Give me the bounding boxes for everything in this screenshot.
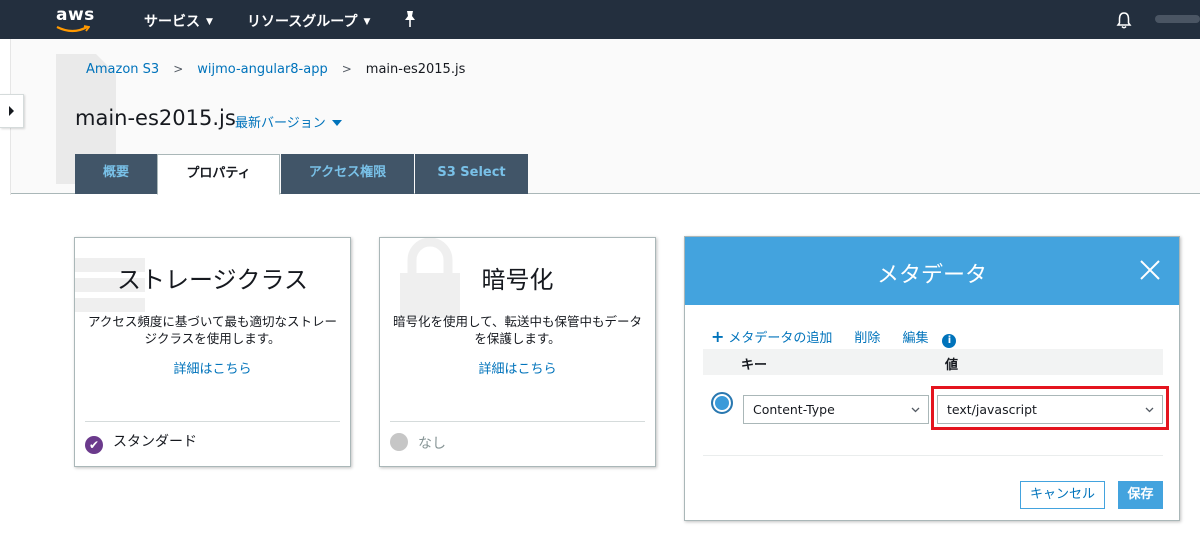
pin-icon[interactable] <box>403 10 417 28</box>
bell-icon[interactable] <box>1116 11 1132 29</box>
encryption-status: なし <box>390 433 446 453</box>
column-header-value: 値 <box>945 358 959 373</box>
tab-properties[interactable]: プロパティ <box>157 154 280 195</box>
storage-class-description: アクセス頻度に基づいて最も適切なストレージクラスを使用します。 <box>87 314 337 346</box>
page-title: main-es2015.js <box>75 106 236 130</box>
version-dropdown[interactable]: 最新バージョン <box>235 112 342 131</box>
check-icon: ✔ <box>85 436 103 454</box>
add-metadata-button[interactable]: + メタデータの追加 <box>711 327 833 346</box>
breadcrumb-separator-icon: > <box>341 62 352 76</box>
row-select-radio[interactable] <box>711 392 733 414</box>
caret-down-icon <box>331 120 342 126</box>
key-select[interactable]: Content-Type <box>743 395 929 424</box>
services-label: サービス <box>144 14 200 30</box>
encryption-card[interactable]: 暗号化 暗号化を使用して、転送中も保管中もデータを保護します。 詳細はこちら な… <box>379 237 656 467</box>
aws-smile-icon <box>56 25 90 33</box>
metadata-actions: + メタデータの追加 削除 編集 i <box>711 327 957 348</box>
cancel-button[interactable]: キャンセル <box>1020 481 1105 509</box>
storage-class-card[interactable]: ストレージクラス アクセス頻度に基づいて最も適切なストレージクラスを使用します。… <box>74 237 351 467</box>
encryption-learn-more-link[interactable]: 詳細はこちら <box>380 358 655 377</box>
breadcrumb-link-s3[interactable]: Amazon S3 <box>86 62 159 77</box>
tab-overview[interactable]: 概要 <box>75 154 157 194</box>
storage-class-status: ✔ スタンダード <box>85 431 197 454</box>
chevron-down-icon <box>911 407 920 413</box>
sidebar-toggle[interactable] <box>0 94 24 128</box>
aws-logo[interactable]: aws <box>56 5 96 33</box>
save-button[interactable]: 保存 <box>1118 481 1163 509</box>
storage-class-title: ストレージクラス <box>116 266 309 294</box>
breadcrumb-separator-icon: > <box>173 62 184 76</box>
storage-class-value: スタンダード <box>113 434 197 450</box>
metadata-table-header: キー 値 <box>703 349 1163 375</box>
chevron-right-icon <box>9 106 14 116</box>
edit-button[interactable]: 編集 <box>902 331 928 346</box>
add-metadata-label: メタデータの追加 <box>728 331 833 346</box>
card-divider <box>390 421 645 422</box>
close-icon[interactable] <box>1139 259 1161 281</box>
highlight-annotation <box>931 386 1169 430</box>
encryption-value: なし <box>418 436 446 452</box>
plus-icon: + <box>711 327 725 346</box>
metadata-panel: メタデータ + メタデータの追加 削除 編集 i キー 値 Content-Type t… <box>684 236 1180 521</box>
metadata-title: メタデータ <box>876 263 987 288</box>
storage-class-learn-more-link[interactable]: 詳細はこちら <box>75 358 350 377</box>
top-navigation: aws サービス ▼ リソースグループ ▼ <box>0 0 1200 39</box>
encryption-title: 暗号化 <box>481 266 554 294</box>
version-label: 最新バージョン <box>235 116 326 131</box>
tab-s3-select[interactable]: S3 Select <box>415 154 528 194</box>
chevron-down-icon: ▼ <box>363 17 371 27</box>
resource-groups-label: リソースグループ <box>247 14 358 30</box>
chevron-down-icon: ▼ <box>206 17 213 27</box>
metadata-header: メタデータ <box>685 237 1179 305</box>
encryption-description: 暗号化を使用して、転送中も保管中もデータを保護します。 <box>392 314 642 346</box>
disabled-circle-icon <box>390 433 408 451</box>
column-header-key: キー <box>741 358 768 373</box>
resource-groups-menu[interactable]: リソースグループ ▼ <box>247 11 370 31</box>
services-menu[interactable]: サービス ▼ <box>144 11 213 31</box>
breadcrumb: Amazon S3 > wijmo-angular8-app > main-es2015… <box>86 62 465 77</box>
card-divider <box>85 421 340 422</box>
account-menu[interactable] <box>1155 15 1200 23</box>
key-select-value: Content-Type <box>753 402 835 417</box>
metadata-divider <box>703 455 1163 456</box>
breadcrumb-current: main-es2015.js <box>365 62 466 77</box>
tab-permissions[interactable]: アクセス権限 <box>281 154 414 194</box>
delete-button[interactable]: 削除 <box>854 331 880 346</box>
info-icon[interactable]: i <box>942 334 957 348</box>
aws-logo-text: aws <box>56 5 95 25</box>
breadcrumb-link-bucket[interactable]: wijmo-angular8-app <box>197 62 327 77</box>
